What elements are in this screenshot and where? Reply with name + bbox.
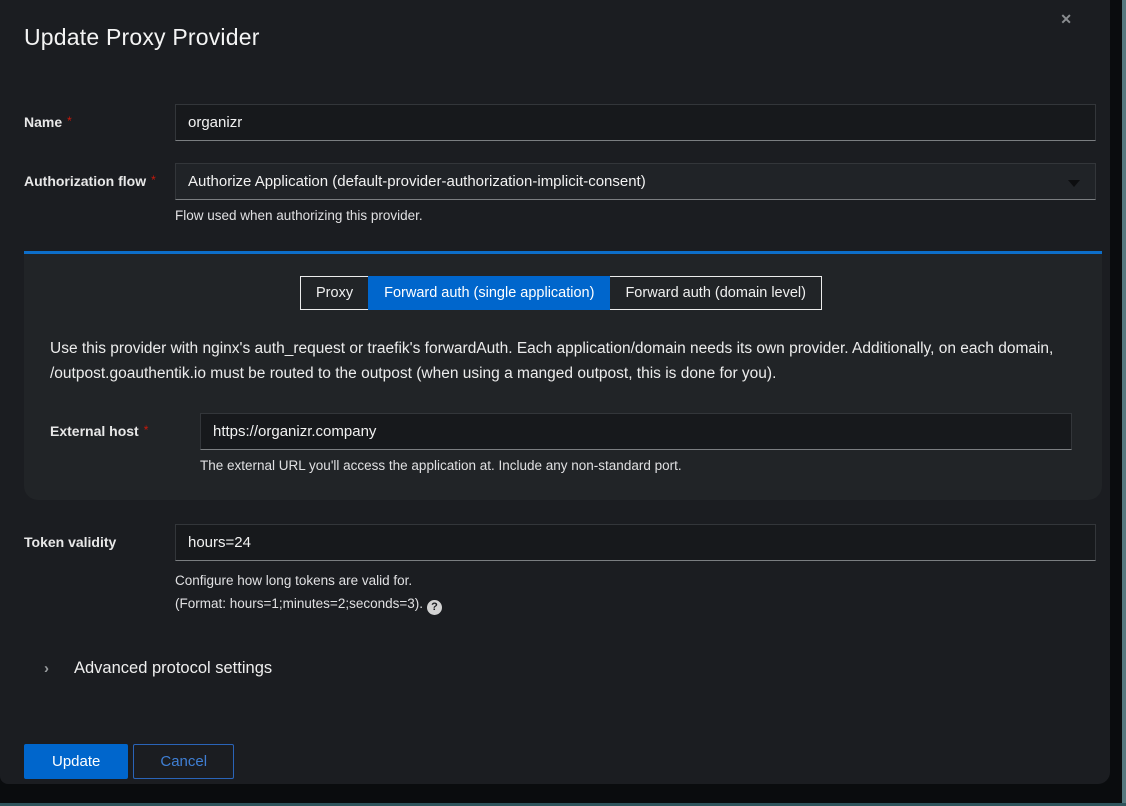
authorization-flow-row: Authorization flow * Authorize Applicatio…: [24, 163, 1096, 225]
external-host-label-wrap: External host *: [50, 423, 200, 441]
caret-down-icon: [1068, 180, 1080, 187]
name-label: Name: [24, 114, 62, 130]
window-frame-accent-right: [1122, 0, 1126, 806]
name-field-row: Name *: [24, 104, 1096, 141]
authorization-flow-required-marker: *: [151, 173, 156, 187]
name-input[interactable]: [175, 104, 1096, 141]
name-required-marker: *: [67, 114, 72, 128]
name-label-wrap: Name *: [24, 114, 175, 132]
token-validity-label-wrap: Token validity: [24, 534, 175, 552]
close-icon[interactable]: ✕: [1056, 8, 1076, 30]
authorization-flow-select[interactable]: Authorize Application (default-provider-…: [175, 163, 1096, 200]
token-validity-label: Token validity: [24, 534, 116, 550]
modal-footer: Update Cancel: [24, 744, 1096, 779]
update-button[interactable]: Update: [24, 744, 128, 779]
update-proxy-provider-modal: Update Proxy Provider ✕ Name * Authorizat…: [0, 0, 1110, 784]
external-host-required-marker: *: [144, 423, 149, 437]
token-validity-help: Configure how long tokens are valid for.…: [175, 569, 1096, 615]
authorization-flow-help: Flow used when authorizing this provider…: [175, 206, 1096, 225]
authorization-flow-selected-value: Authorize Application (default-provider-…: [188, 173, 646, 190]
tab-proxy[interactable]: Proxy: [300, 276, 369, 310]
proxy-mode-card: Proxy Forward auth (single application) …: [24, 251, 1102, 500]
advanced-protocol-settings-label: Advanced protocol settings: [74, 659, 272, 678]
token-validity-input[interactable]: [175, 524, 1096, 561]
cancel-button[interactable]: Cancel: [133, 744, 234, 779]
authorization-flow-label: Authorization flow: [24, 173, 146, 189]
external-host-label: External host: [50, 423, 139, 439]
external-host-input[interactable]: [200, 413, 1072, 450]
tab-forward-auth-single-application[interactable]: Forward auth (single application): [368, 276, 610, 310]
modal-header: Update Proxy Provider ✕: [24, 0, 1096, 54]
advanced-protocol-settings-toggle[interactable]: › Advanced protocol settings: [24, 659, 1096, 678]
token-validity-row: Token validity Configure how long tokens…: [24, 524, 1096, 615]
window-frame: Update Proxy Provider ✕ Name * Authorizat…: [0, 0, 1126, 806]
mode-description: Use this provider with nginx's auth_requ…: [50, 336, 1062, 386]
question-circle-icon[interactable]: ?: [427, 600, 442, 615]
token-validity-help-format: (Format: hours=1;minutes=2;seconds=3).: [175, 596, 423, 611]
modal-title: Update Proxy Provider: [24, 24, 1096, 51]
tab-forward-auth-domain-level[interactable]: Forward auth (domain level): [609, 276, 822, 310]
token-validity-help-line1: Configure how long tokens are valid for.: [175, 569, 1096, 592]
token-validity-help-line2: (Format: hours=1;minutes=2;seconds=3).?: [175, 592, 1096, 615]
authorization-flow-label-wrap: Authorization flow *: [24, 173, 175, 191]
chevron-right-icon: ›: [44, 660, 74, 677]
external-host-row: External host * The external URL you'll a…: [50, 413, 1072, 475]
proxy-mode-toggle-group: Proxy Forward auth (single application) …: [50, 276, 1072, 310]
external-host-help: The external URL you'll access the appli…: [200, 456, 1072, 475]
